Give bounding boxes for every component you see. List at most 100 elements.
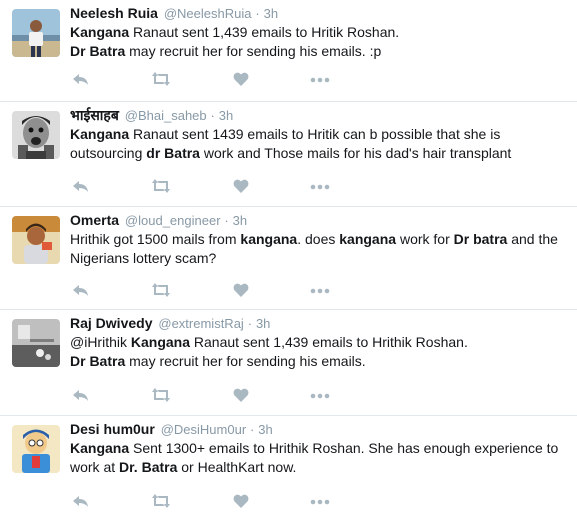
reply-button[interactable] (72, 387, 90, 405)
separator-dot: · (224, 213, 229, 228)
author-name[interactable]: Desi hum0ur (70, 421, 155, 437)
tweet-actions (70, 178, 370, 196)
highlighted-keyword: Kangana (70, 24, 130, 40)
tweet-header: Raj Dwivedy @extremistRaj · 3h (70, 314, 569, 333)
text-run: Sent 1300+ emails to Hrithik Roshan. She… (129, 440, 559, 456)
more-button[interactable] (310, 282, 330, 300)
tweet-header: Neelesh Ruia @NeeleshRuia · 3h (70, 4, 569, 23)
retweet-icon (150, 71, 172, 87)
reply-button[interactable] (72, 282, 90, 300)
reply-button[interactable] (72, 178, 90, 196)
reply-button[interactable] (72, 493, 90, 511)
tweet-text-line: Kangana Ranaut sent 1,439 emails to Hrit… (70, 23, 569, 42)
author-handle[interactable]: @Bhai_saheb (125, 108, 207, 123)
highlighted-keyword: Kangana (70, 440, 130, 456)
author-handle[interactable]: @loud_engineer (125, 213, 221, 228)
reply-icon (72, 387, 90, 403)
text-run: @iHrithik (70, 334, 131, 350)
timestamp[interactable]: 3h (219, 108, 233, 123)
retweet-button[interactable] (150, 282, 172, 300)
tweet-actions (70, 71, 370, 89)
more-dots-icon (310, 393, 330, 399)
separator-dot: · (210, 108, 215, 123)
more-dots-icon (310, 499, 330, 505)
text-run: Nigerians lottery scam? (70, 250, 217, 266)
more-dots-icon (310, 77, 330, 83)
avatar[interactable] (12, 216, 60, 264)
tweet-header: Desi hum0ur @DesiHum0ur · 3h (70, 420, 569, 439)
author-name[interactable]: Raj Dwivedy (70, 315, 152, 331)
timestamp[interactable]: 3h (258, 422, 272, 437)
text-run: . does (297, 231, 340, 247)
highlighted-keyword: Kangana (130, 334, 191, 350)
heart-icon (233, 71, 249, 87)
highlighted-keyword: dr Batra (146, 145, 200, 161)
text-run: work at (70, 459, 120, 475)
tweet[interactable]: Raj Dwivedy @extremistRaj · 3h @iHrithik… (0, 310, 577, 416)
avatar[interactable] (12, 319, 60, 367)
more-button[interactable] (310, 387, 330, 405)
retweet-button[interactable] (150, 71, 172, 89)
tweet-text: Kangana Ranaut sent 1439 emails to Hriti… (70, 125, 569, 163)
tweet-text-line: Dr Batra may recruit her for sending his… (70, 42, 569, 61)
tweet-header: Omerta @loud_engineer · 3h (70, 211, 569, 230)
tweet-timeline: Neelesh Ruia @NeeleshRuia · 3h Kangana R… (0, 0, 577, 515)
like-button[interactable] (233, 178, 249, 196)
tweet-text-line: Dr Batra may recruit her for sending his… (70, 352, 569, 371)
highlighted-keyword: Dr batra (453, 231, 508, 247)
tweet-actions (70, 493, 370, 511)
avatar[interactable] (12, 9, 60, 57)
author-name[interactable]: Neelesh Ruia (70, 5, 158, 21)
text-run: or HealthKart now. (177, 459, 297, 475)
heart-icon (233, 387, 249, 403)
retweet-button[interactable] (150, 178, 172, 196)
retweet-button[interactable] (150, 493, 172, 511)
heart-icon (233, 493, 249, 509)
text-run: work and Those mails for his dad's hair … (199, 145, 512, 161)
tweet[interactable]: Neelesh Ruia @NeeleshRuia · 3h Kangana R… (0, 0, 577, 102)
retweet-icon (150, 493, 172, 509)
text-run: may recruit her for sending his emails. … (125, 43, 382, 59)
heart-icon (233, 282, 249, 298)
tweet-text: @iHrithik Kangana Ranaut sent 1,439 emai… (70, 333, 569, 371)
tweet[interactable]: Desi hum0ur @DesiHum0ur · 3h Kangana Sen… (0, 416, 577, 515)
retweet-icon (150, 282, 172, 298)
retweet-button[interactable] (150, 387, 172, 405)
text-run: may recruit her for sending his emails. (125, 353, 366, 369)
like-button[interactable] (233, 493, 249, 511)
tweet-text-line: Hrithik got 1500 mails from kangana. doe… (70, 230, 569, 249)
timestamp[interactable]: 3h (233, 213, 247, 228)
highlighted-keyword: Dr Batra (70, 353, 126, 369)
tweet[interactable]: Omerta @loud_engineer · 3h Hrithik got 1… (0, 207, 577, 310)
author-handle[interactable]: @NeeleshRuia (164, 6, 252, 21)
tweet-text: Hrithik got 1500 mails from kangana. doe… (70, 230, 569, 268)
reply-icon (72, 178, 90, 194)
reply-icon (72, 493, 90, 509)
reply-button[interactable] (72, 71, 90, 89)
retweet-icon (150, 387, 172, 403)
more-button[interactable] (310, 493, 330, 511)
timestamp[interactable]: 3h (256, 316, 270, 331)
avatar[interactable] (12, 425, 60, 473)
like-button[interactable] (233, 282, 249, 300)
avatar[interactable] (12, 111, 60, 159)
more-button[interactable] (310, 178, 330, 196)
author-handle[interactable]: @extremistRaj (158, 316, 243, 331)
more-button[interactable] (310, 71, 330, 89)
text-run: Hrithik got 1500 mails from (70, 231, 241, 247)
tweet-text-line: Kangana Ranaut sent 1439 emails to Hriti… (70, 125, 569, 144)
timestamp[interactable]: 3h (264, 6, 278, 21)
tweet[interactable]: भाईसाहब @Bhai_saheb · 3h Kangana Ranaut … (0, 102, 577, 207)
like-button[interactable] (233, 71, 249, 89)
author-name[interactable]: भाईसाहब (70, 107, 119, 123)
tweet-text-line: Kangana Sent 1300+ emails to Hrithik Ros… (70, 439, 569, 458)
tweet-text-line: Nigerians lottery scam? (70, 249, 569, 268)
author-name[interactable]: Omerta (70, 212, 119, 228)
more-dots-icon (310, 288, 330, 294)
like-button[interactable] (233, 387, 249, 405)
author-handle[interactable]: @DesiHum0ur (161, 422, 246, 437)
retweet-icon (150, 178, 172, 194)
tweet-actions (70, 387, 370, 405)
text-run: and the (507, 231, 558, 247)
text-run: Ranaut sent 1,439 emails to Hrithik Rosh… (190, 334, 468, 350)
